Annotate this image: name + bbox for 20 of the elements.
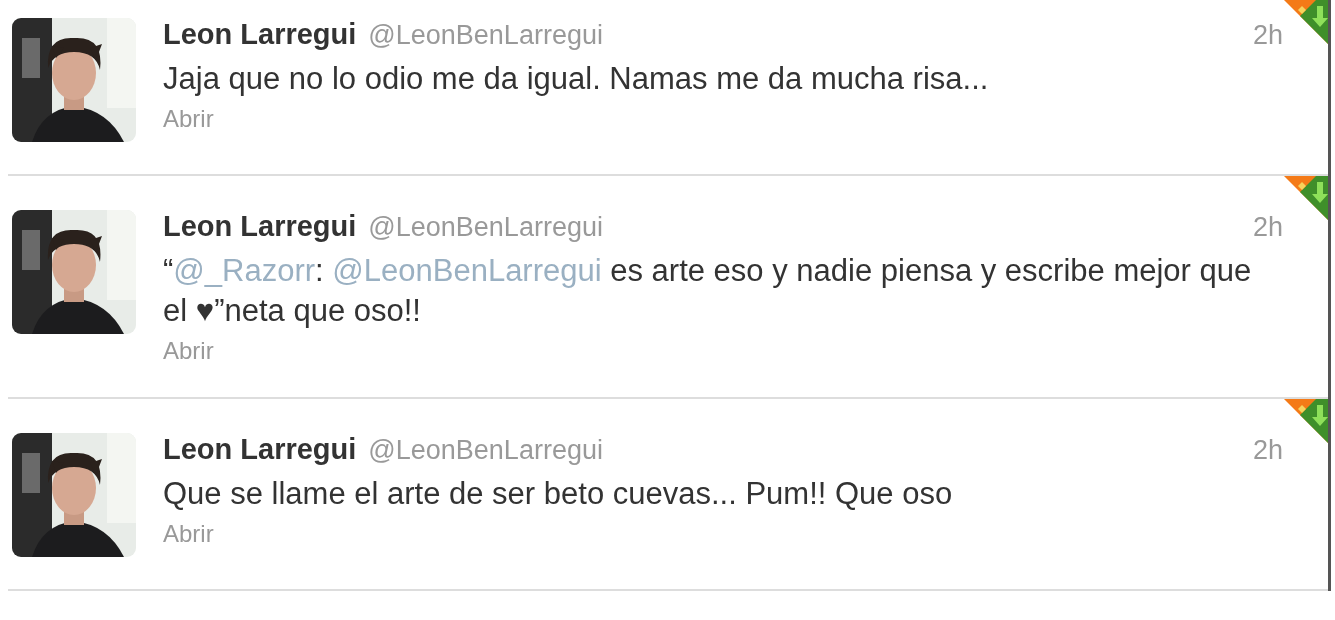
author-handle: @LeonBenLarregui — [368, 435, 603, 466]
tweet-time: 2h — [1252, 20, 1283, 51]
open-link[interactable]: Abrir — [163, 337, 214, 365]
tweet-text: Que se llame el arte de ser beto cuevas... Pum!! Que oso — [163, 475, 954, 513]
open-link[interactable]: Abrir — [163, 105, 214, 133]
author-handle: @LeonBenLarregui — [368, 212, 603, 243]
tweet-text: “@_Razorr: @LeonBenLarregui es arte eso y nadie piensa y escribe mejor que el ♥”neta que oso!! — [163, 252, 1253, 330]
tweet-text: Jaja que no lo odio me da igual. Namas me da mucha risa... — [163, 60, 990, 98]
corner-badge-icon — [1284, 399, 1328, 443]
tweet-time: 2h — [1252, 212, 1283, 243]
author-handle: @LeonBenLarregui — [368, 20, 603, 51]
corner-badge-icon — [1284, 0, 1328, 44]
open-link[interactable]: Abrir — [163, 520, 214, 548]
author-name: Leon Larregui — [163, 433, 357, 466]
corner-badge-icon — [1284, 176, 1328, 220]
mention-link[interactable]: @LeonBenLarregui — [332, 253, 602, 288]
author-name: Leon Larregui — [163, 210, 357, 243]
author-name: Leon Larregui — [163, 18, 357, 51]
mention-link[interactable]: @_Razorr — [173, 253, 316, 288]
tweet-time: 2h — [1252, 435, 1283, 466]
